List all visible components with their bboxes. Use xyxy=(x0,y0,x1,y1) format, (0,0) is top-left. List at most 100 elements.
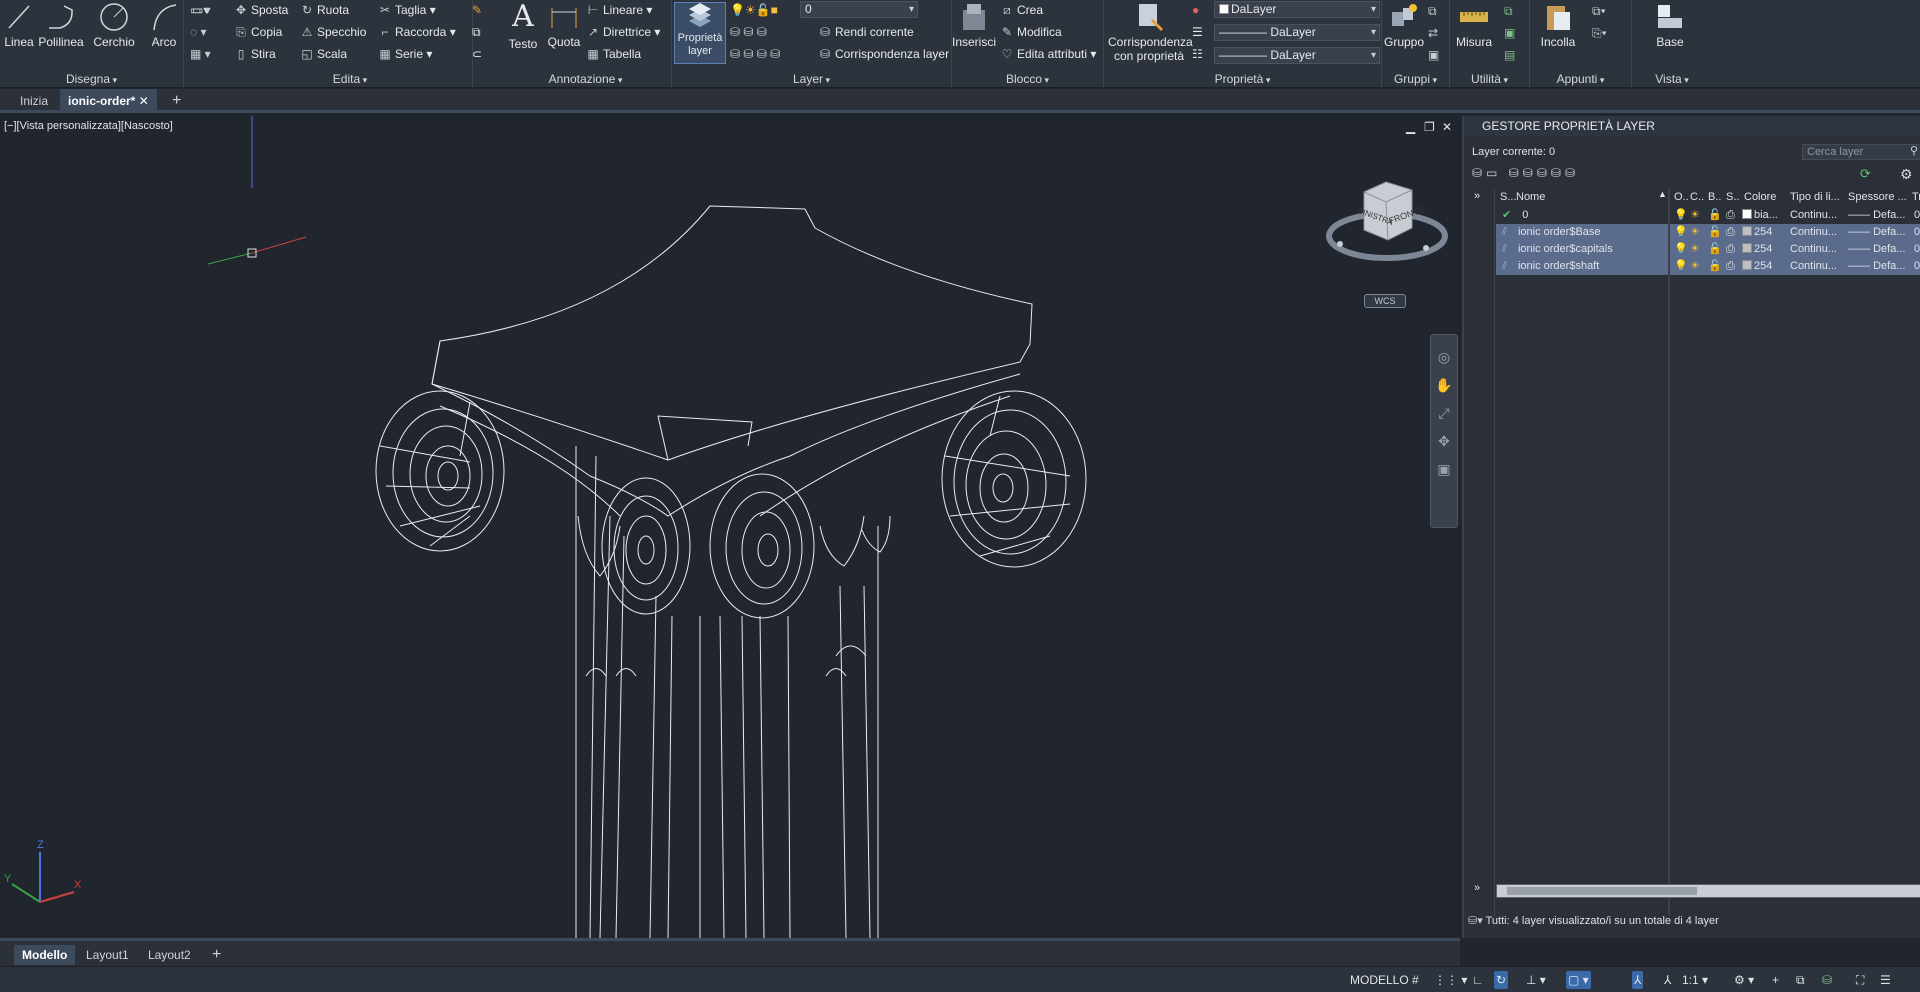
tab-modello[interactable]: Modello xyxy=(14,945,76,965)
panel-title-utilita[interactable]: Utilità xyxy=(1450,71,1529,87)
panel-title-blocco[interactable]: Blocco xyxy=(952,71,1103,87)
specchio-button[interactable]: ⚠ Specchio xyxy=(300,22,367,42)
tabella-button[interactable]: ▦ Tabella xyxy=(586,44,641,64)
showmotion-icon[interactable]: ▣ xyxy=(1431,455,1457,483)
layer-tool-icons-row3[interactable]: ⛁ ⛁ ⛁ ⛁ xyxy=(730,44,780,64)
stira-button[interactable]: ▯ Stira xyxy=(234,44,276,64)
printer-icon[interactable]: ⎙ xyxy=(1726,224,1735,241)
orbit-icon[interactable]: ✥ xyxy=(1431,427,1457,455)
viewcube[interactable]: SINISTRA FRONTE xyxy=(1324,172,1450,272)
corrispondenza-proprieta-button[interactable]: Corrispondenza con proprietà xyxy=(1108,2,1193,63)
linetype-cell[interactable]: Continu... xyxy=(1790,258,1846,275)
explode-icon[interactable]: ⧉ xyxy=(472,22,481,42)
raccorda-button[interactable]: ⌐ Raccorda ▾ xyxy=(378,22,455,42)
color-wheel-icon[interactable]: ● xyxy=(1192,0,1199,20)
osnap-icon[interactable]: ▢ ▾ xyxy=(1566,971,1591,989)
unlock-icon[interactable]: 🔓 xyxy=(1708,258,1722,275)
lightbulb-icon[interactable]: 💡 xyxy=(1674,207,1688,224)
new-tab-button[interactable]: + xyxy=(164,89,189,113)
header-lock[interactable]: B... xyxy=(1708,189,1722,205)
panel-title-layer[interactable]: Layer xyxy=(672,71,951,87)
panel-title-vista[interactable]: Vista xyxy=(1632,71,1712,87)
edita-attributi-button[interactable]: ♡ Edita attributi ▾ xyxy=(1000,44,1097,64)
model-space-button[interactable]: MODELLO xyxy=(1350,971,1409,989)
layer-row-base[interactable]: ⫽ ionic order$Base xyxy=(1496,224,1668,241)
panel-title-proprieta[interactable]: Proprietà xyxy=(1104,71,1381,87)
erase-icon[interactable]: ✎ xyxy=(472,0,482,20)
layer-row-shaft[interactable]: ⫽ ionic order$shaft xyxy=(1496,258,1668,275)
direttrice-button[interactable]: ↗ Direttrice ▾ xyxy=(586,22,660,42)
transparency-cell[interactable]: 0 xyxy=(1914,241,1920,258)
arco-button[interactable]: Arco xyxy=(146,2,182,49)
cerchio-button[interactable]: Cerchio xyxy=(92,2,136,49)
tab-layout2[interactable]: Layout2 xyxy=(140,945,199,965)
isolate-icon[interactable]: ⧉ xyxy=(1796,971,1805,989)
lightbulb-icon[interactable]: 💡 xyxy=(1674,258,1688,275)
annotation-visibility-icon[interactable]: ⅄ xyxy=(1632,971,1644,989)
unlock-icon[interactable]: 🔓 xyxy=(1708,224,1722,241)
inserisci-button[interactable]: Inserisci xyxy=(952,2,996,49)
ruota-button[interactable]: ↻ Ruota xyxy=(300,0,349,20)
header-on[interactable]: O... xyxy=(1674,189,1688,205)
new-layout-button[interactable]: + xyxy=(204,945,229,965)
sun-icon[interactable]: ☀ xyxy=(1690,224,1700,241)
refresh-icon[interactable]: ⟳ xyxy=(1860,166,1871,182)
annotation-scale[interactable]: 1:1 ▾ xyxy=(1682,971,1708,989)
palette-toolbar[interactable]: ⛁▭ ⛁⛁⛁⛁⛁ xyxy=(1472,166,1579,184)
header-nome[interactable]: Nome xyxy=(1516,189,1656,205)
grid-icon[interactable]: # xyxy=(1412,971,1419,989)
misura-button[interactable]: Misura xyxy=(1452,2,1496,49)
palette-title[interactable]: GESTORE PROPRIETÀ LAYER xyxy=(1464,116,1920,136)
hatch-icon[interactable]: ◌ ▾ xyxy=(190,22,207,42)
color-cell[interactable]: 254 xyxy=(1742,258,1784,275)
snap-icon[interactable]: ⋮⋮ ▾ xyxy=(1434,971,1467,989)
copia-button[interactable]: ⎘ Copia xyxy=(234,22,282,42)
lightbulb-icon[interactable]: 💡 xyxy=(1674,241,1688,258)
linetype-cell[interactable]: Continu... xyxy=(1790,207,1846,224)
linetype-dropdown[interactable]: ———— DaLayer xyxy=(1214,24,1380,41)
boundary-icon[interactable]: ▦ ▾ xyxy=(190,44,211,64)
sposta-button[interactable]: ✥ Sposta xyxy=(234,0,288,20)
unlock-icon[interactable]: 🔓 xyxy=(1708,241,1722,258)
unlock-icon[interactable]: 🔓 xyxy=(1708,207,1722,224)
transparency-cell[interactable]: 0 xyxy=(1914,258,1920,275)
transparency-cell[interactable]: 0 xyxy=(1914,207,1920,224)
testo-button[interactable]: A Testo xyxy=(506,2,540,52)
header-trasparenza[interactable]: Tr xyxy=(1912,189,1920,205)
collapse-filters-icon[interactable]: » xyxy=(1474,882,1480,894)
add-icon[interactable]: + xyxy=(1772,971,1779,989)
header-colore[interactable]: Colore xyxy=(1744,189,1786,205)
serie-button[interactable]: ▦ Serie ▾ xyxy=(378,44,432,64)
header-freeze[interactable]: C... xyxy=(1690,189,1704,205)
layer-row-0[interactable]: ✔ 0 xyxy=(1496,207,1668,224)
tab-layout1[interactable]: Layout1 xyxy=(78,945,137,965)
rendi-corrente-button[interactable]: ⛁ Rendi corrente xyxy=(818,22,914,42)
modifica-button[interactable]: ✎ Modifica xyxy=(1000,22,1062,42)
lineweight-cell[interactable]: —— Defa... xyxy=(1848,224,1910,241)
polar-icon[interactable]: ↻ xyxy=(1494,971,1509,989)
panel-title-disegna[interactable]: Disegna xyxy=(0,71,183,87)
printer-icon[interactable]: ⎙ xyxy=(1726,241,1735,258)
expand-filters-icon[interactable]: » xyxy=(1474,190,1480,202)
workspace-gear-icon[interactable]: ⚙ ▾ xyxy=(1734,971,1754,989)
header-plot[interactable]: S... xyxy=(1726,189,1740,205)
isodraft-icon[interactable]: ⊥ ▾ xyxy=(1526,971,1546,989)
layer-props-row-base[interactable]: 💡 ☀ 🔓 ⎙ 254 Continu... —— Defa... 0 xyxy=(1670,224,1920,241)
group-tools-icons[interactable]: ⧉ ⇄ ▣ xyxy=(1428,0,1448,62)
lineweight-cell[interactable]: —— Defa... xyxy=(1848,258,1910,275)
gruppo-button[interactable]: Gruppo xyxy=(1384,2,1424,49)
wcs-menu[interactable]: WCS xyxy=(1364,294,1406,308)
header-spessore[interactable]: Spessore ... xyxy=(1848,189,1908,205)
drawing-canvas[interactable]: [−][Vista personalizzata][Nascosto] ▁ ❐ … xyxy=(0,116,1460,938)
panel-title-annotazione[interactable]: Annotazione xyxy=(500,71,671,87)
printer-icon[interactable]: ⎙ xyxy=(1726,258,1735,275)
color-cell[interactable]: 254 xyxy=(1742,224,1784,241)
layer-filter-icon[interactable]: ⛁▾ xyxy=(1468,915,1483,927)
panel-title-edita[interactable]: Edita xyxy=(228,71,472,87)
clean-screen-icon[interactable]: ⛶ xyxy=(1856,971,1864,989)
layer-props-row-capitals[interactable]: 💡 ☀ 🔓 ⎙ 254 Continu... —— Defa... 0 xyxy=(1670,241,1920,258)
lineweight-cell[interactable]: —— Defa... xyxy=(1848,207,1910,224)
linea-button[interactable]: Linea xyxy=(2,2,36,49)
polilinea-button[interactable]: Polilinea xyxy=(38,2,84,49)
color-cell[interactable]: 254 xyxy=(1742,241,1784,258)
